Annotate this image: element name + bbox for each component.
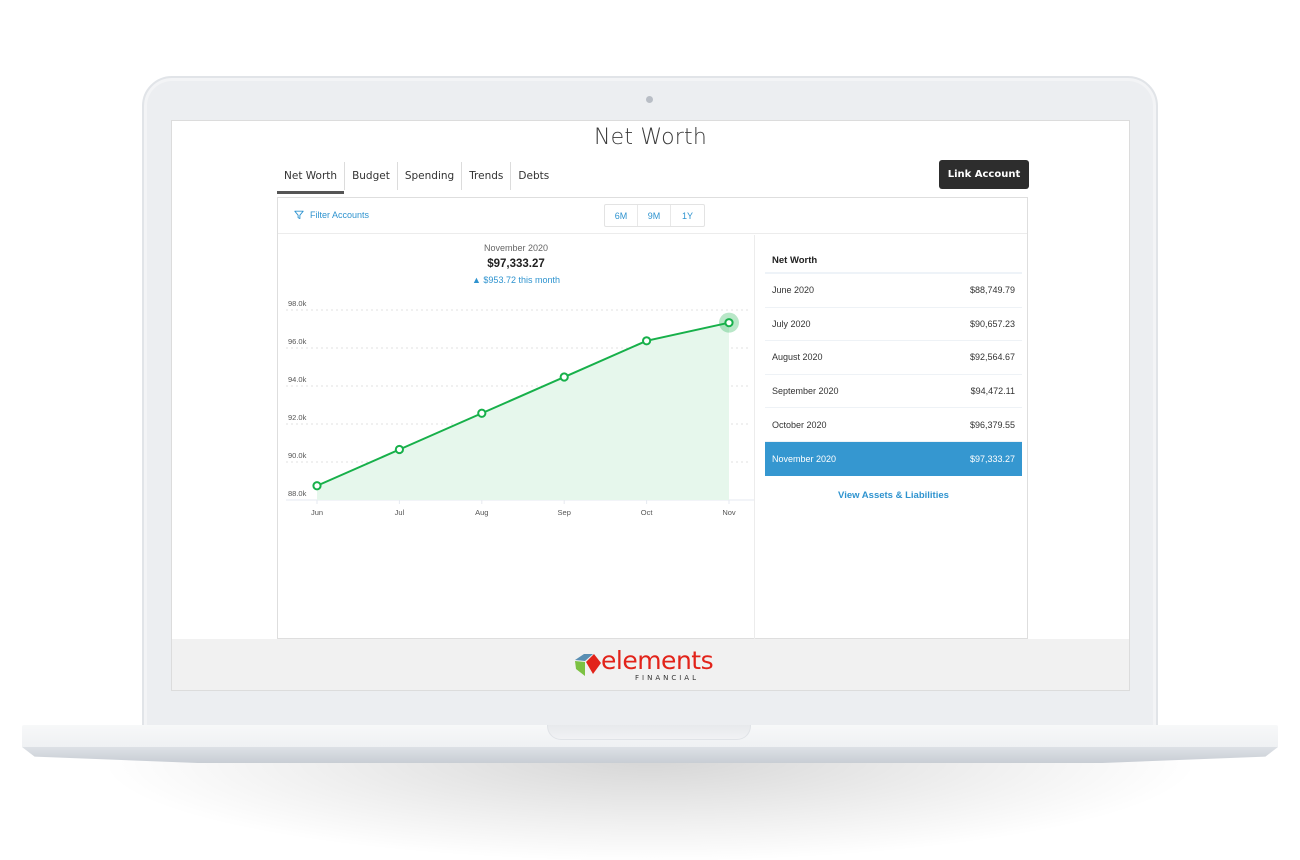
data-point <box>394 444 405 455</box>
table-row[interactable]: October 2020 $96,379.55 <box>765 408 1022 442</box>
data-point <box>724 318 734 328</box>
tab-net-worth[interactable]: Net Worth <box>277 162 346 194</box>
filter-accounts-label: Filter Accounts <box>310 210 370 220</box>
y-tick-label: 96.0k <box>288 337 307 346</box>
data-point <box>477 408 487 418</box>
row-month: August 2020 <box>772 352 823 363</box>
row-month: June 2020 <box>772 285 815 296</box>
camera-icon <box>646 96 653 103</box>
data-point <box>559 372 569 382</box>
row-value: $88,749.79 <box>969 285 1015 296</box>
screen: Net Worth Net Worth Budget Spending Tren… <box>171 120 1130 691</box>
tab-trends[interactable]: Trends <box>462 162 512 190</box>
row-value: $90,657.23 <box>969 318 1015 329</box>
row-value: $94,472.11 <box>970 386 1015 397</box>
data-point <box>312 481 322 491</box>
x-tick-label: Jul <box>395 508 405 517</box>
range-6m-button[interactable]: 6M <box>605 205 638 226</box>
link-account-button[interactable]: Link Account <box>939 160 1029 189</box>
filter-accounts-button[interactable]: Filter Accounts <box>294 210 369 220</box>
tab-debts[interactable]: Debts <box>511 162 556 190</box>
card-toolbar: Filter Accounts 6M 9M 1Y <box>278 198 1027 234</box>
tab-budget[interactable]: Budget <box>345 162 398 190</box>
x-tick-label: Oct <box>641 508 654 517</box>
table-row[interactable]: August 2020 $92,564.67 <box>765 341 1022 375</box>
footer: elements FINANCIAL <box>172 639 1129 690</box>
table-row[interactable]: September 2020 $94,472.11 <box>765 375 1022 409</box>
y-tick-label: 94.0k <box>288 375 307 384</box>
row-month: October 2020 <box>772 419 827 430</box>
table-row[interactable]: July 2020 $90,657.23 <box>765 308 1022 342</box>
row-month: September 2020 <box>772 386 839 397</box>
range-selector: 6M 9M 1Y <box>604 204 705 227</box>
net-worth-table: Net Worth June 2020 $88,749.79 July 2020… <box>765 244 1022 501</box>
laptop-notch <box>547 725 751 740</box>
logo-word: elements <box>601 646 714 675</box>
x-tick-label: Sep <box>558 508 571 517</box>
y-tick-label: 90.0k <box>288 451 307 460</box>
table-row[interactable]: June 2020 $88,749.79 <box>765 274 1022 308</box>
tab-spending[interactable]: Spending <box>398 162 463 190</box>
row-value: $97,333.27 <box>969 453 1015 464</box>
y-tick-label: 88.0k <box>288 489 307 498</box>
funnel-icon <box>294 210 304 220</box>
logo-subtitle: FINANCIAL <box>635 674 699 682</box>
page-title: Net Worth <box>594 125 707 150</box>
logo-cube-icon <box>575 654 601 676</box>
elements-financial-logo: elements FINANCIAL <box>573 646 733 684</box>
row-value: $92,564.67 <box>969 352 1015 363</box>
data-point <box>642 336 652 346</box>
net-worth-chart: 98.0k 96.0k 94.0k 92.0k 90.0k 88.0k Jun Jul Aug S… <box>286 299 754 517</box>
summary-value: $97,333.27 <box>487 258 545 270</box>
panel-divider <box>754 235 755 639</box>
summary-month: November 2020 <box>483 243 549 253</box>
net-worth-card: Filter Accounts 6M 9M 1Y November 2020 $… <box>277 197 1028 639</box>
net-worth-table-header: Net Worth <box>765 244 1022 274</box>
row-value: $96,379.55 <box>969 419 1015 430</box>
x-tick-label: Nov <box>722 508 736 517</box>
table-row-selected[interactable]: November 2020 $97,333.27 <box>765 441 1022 476</box>
summary-change: ▲ $953.72 this month <box>472 275 560 285</box>
laptop-base-bottom <box>22 747 1278 763</box>
tab-bar: Net Worth Budget Spending Trends Debts <box>277 162 556 194</box>
range-1y-button[interactable]: 1Y <box>671 205 704 226</box>
chart-summary: November 2020 $97,333.27 ▲ $953.72 this … <box>278 243 754 285</box>
laptop-shadow <box>110 760 1190 860</box>
area-fill <box>317 322 729 500</box>
view-assets-liabilities-link[interactable]: View Assets & Liabilities <box>765 490 1022 501</box>
range-9m-button[interactable]: 9M <box>638 205 671 226</box>
y-tick-label: 98.0k <box>288 299 307 308</box>
row-month: November 2020 <box>772 453 837 464</box>
y-tick-label: 92.0k <box>288 413 307 422</box>
x-tick-label: Aug <box>475 508 488 517</box>
x-tick-label: Jun <box>311 508 323 517</box>
row-month: July 2020 <box>772 318 811 329</box>
